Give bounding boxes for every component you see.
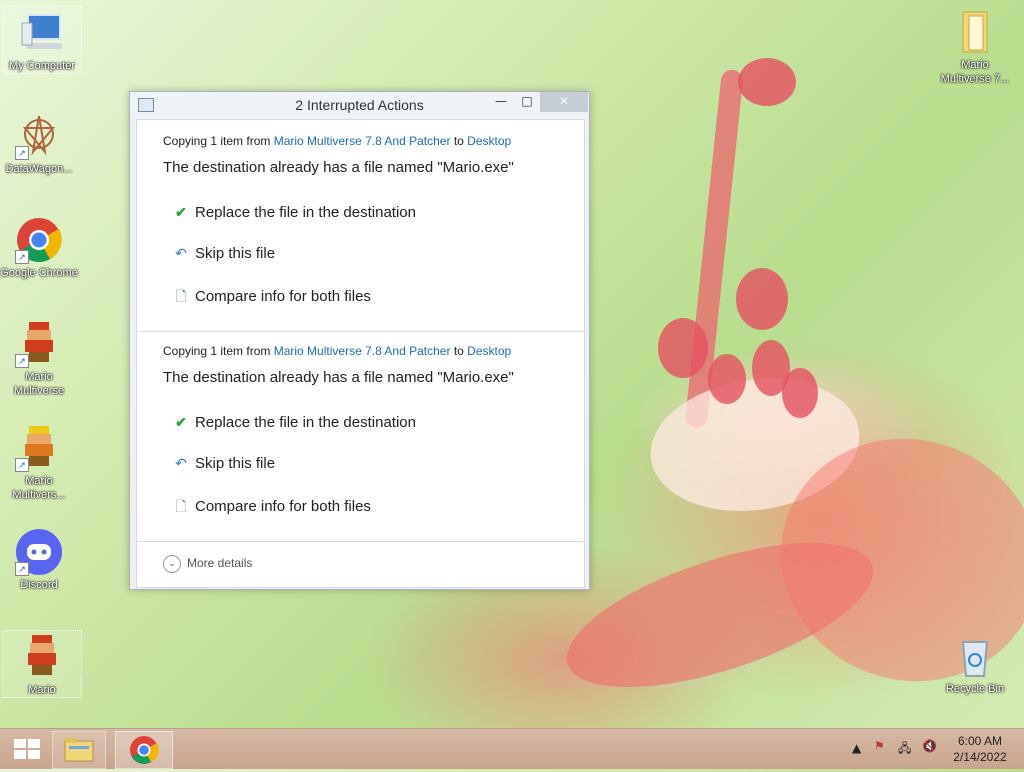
skip-option[interactable]: ↶ Skip this file	[173, 245, 275, 262]
system-clock[interactable]: 6:00 AM 2/14/2022	[944, 733, 1016, 765]
skip-option[interactable]: ↶ Skip this file	[173, 455, 275, 472]
wallpaper-stamen	[658, 318, 708, 378]
folder-icon	[951, 8, 999, 56]
action-center-flag-icon[interactable]: ⚑	[874, 739, 885, 753]
dialog-content: Copying 1 item from Mario Multiverse 7.8…	[136, 119, 585, 588]
desktop-icon-google-chrome[interactable]: ↗ Google Chrome	[0, 214, 78, 280]
shortcut-arrow-icon: ↗	[15, 146, 29, 160]
desktop-icon-label: Mario Multivers...	[12, 475, 66, 501]
desktop-icon-label: Google Chrome	[0, 267, 78, 279]
mario-sprite-icon	[18, 633, 66, 681]
compare-files-icon: 🗋	[175, 288, 187, 304]
datawagon-icon: ↗	[15, 112, 63, 160]
computer-icon	[18, 9, 66, 57]
minimize-button[interactable]: —	[488, 92, 514, 112]
desktop-icon-my-computer[interactable]: My Computer	[2, 6, 82, 74]
more-details-toggle[interactable]: ⌄ More details	[163, 555, 252, 573]
chrome-icon	[130, 736, 159, 764]
volume-muted-icon[interactable]: 🔇	[922, 739, 937, 753]
source-link[interactable]: Mario Multiverse 7.8 And Patcher	[274, 134, 451, 148]
more-details-label: More details	[187, 556, 253, 571]
destination-link[interactable]: Desktop	[467, 134, 511, 148]
desktop-icon-label: Mario Multiverse 7...	[940, 59, 1010, 85]
copying-info: Copying 1 item from Mario Multiverse 7.8…	[163, 344, 511, 358]
desktop-icon-label: DataWagon...	[5, 163, 73, 175]
mario-sprite-icon: ↗	[15, 320, 63, 368]
replace-option[interactable]: ✔ Replace the file in the destination	[173, 414, 416, 431]
replace-option[interactable]: ✔ Replace the file in the destination	[173, 204, 416, 221]
shortcut-arrow-icon: ↗	[15, 354, 29, 368]
copying-prefix: Copying 1 item from	[163, 134, 271, 148]
wallpaper-stamen	[736, 268, 788, 330]
start-button[interactable]	[4, 731, 58, 767]
desktop-icon-datawagon[interactable]: ↗ DataWagon...	[0, 110, 78, 176]
option-label: Skip this file	[195, 455, 276, 472]
source-link[interactable]: Mario Multiverse 7.8 And Patcher	[274, 344, 451, 358]
maximize-button[interactable]: □	[514, 92, 540, 112]
conflict-message: The destination already has a file named…	[163, 159, 514, 176]
desktop-icon-mario-multiverse[interactable]: ↗ Mario Multiverse	[0, 318, 78, 398]
desktop-icon-label: My Computer	[8, 60, 76, 72]
check-icon: ✔	[175, 204, 187, 220]
shortcut-arrow-icon: ↗	[15, 250, 29, 264]
option-label: Compare info for both files	[195, 288, 371, 305]
to-text: to	[453, 134, 464, 148]
desktop-icon-mario-multiverse-folder[interactable]: Mario Multiverse 7...	[936, 6, 1014, 86]
network-icon[interactable]: 🖧	[898, 739, 911, 760]
conflict-block: Copying 1 item from Mario Multiverse 7.8…	[137, 120, 584, 330]
desktop-icon-recycle-bin[interactable]: Recycle Bin	[936, 630, 1014, 696]
close-button[interactable]: ✕	[540, 92, 588, 112]
skip-arrow-icon: ↶	[175, 455, 187, 471]
shortcut-arrow-icon: ↗	[15, 562, 29, 576]
divider	[137, 541, 584, 542]
chrome-icon: ↗	[15, 216, 63, 264]
interrupted-actions-dialog: 2 Interrupted Actions — □ ✕ Copying 1 it…	[129, 91, 590, 590]
desktop-icon-mario[interactable]: Mario	[2, 630, 82, 698]
desktop-icon-discord[interactable]: ↗ Discord	[0, 526, 78, 592]
compare-option[interactable]: 🗋 Compare info for both files	[173, 286, 371, 310]
taskbar: ▲ ⚑ 🖧 🔇 6:00 AM 2/14/2022	[0, 728, 1024, 769]
recycle-bin-icon	[951, 632, 999, 680]
wallpaper-stamen	[738, 58, 796, 106]
compare-files-icon: 🗋	[175, 498, 187, 514]
option-label: Compare info for both files	[195, 498, 371, 515]
wallpaper-stamen	[782, 368, 818, 418]
clock-date: 2/14/2022	[953, 750, 1007, 764]
desktop-icon-label: Discord	[20, 579, 58, 591]
destination-link[interactable]: Desktop	[467, 344, 511, 358]
copying-info: Copying 1 item from Mario Multiverse 7.8…	[163, 134, 511, 148]
wallpaper-stamen	[708, 354, 746, 404]
skip-arrow-icon: ↶	[175, 245, 187, 261]
desktop-icon-label: Mario Multiverse	[13, 371, 65, 397]
taskbar-google-chrome[interactable]	[115, 731, 173, 769]
taskbar-file-explorer[interactable]	[52, 731, 106, 769]
compare-option[interactable]: 🗋 Compare info for both files	[173, 496, 371, 520]
chevron-down-icon: ⌄	[163, 555, 181, 573]
show-hidden-icons-chevron-up-icon[interactable]: ▲	[852, 741, 861, 755]
discord-icon: ↗	[15, 528, 63, 576]
folder-icon	[64, 738, 94, 762]
desktop-icon-mario-multiverse-2[interactable]: ↗ Mario Multivers...	[0, 422, 78, 502]
dialog-titlebar[interactable]: 2 Interrupted Actions — □ ✕	[130, 92, 589, 118]
option-label: Replace the file in the destination	[195, 204, 416, 221]
desktop-icon-label: Mario	[28, 684, 56, 696]
clock-time: 6:00 AM	[957, 734, 1003, 748]
option-label: Replace the file in the destination	[195, 414, 416, 431]
option-label: Skip this file	[195, 245, 276, 262]
copying-prefix: Copying 1 item from	[163, 344, 271, 358]
to-text: to	[453, 344, 464, 358]
shortcut-arrow-icon: ↗	[15, 458, 29, 472]
windows-logo-icon	[14, 739, 40, 759]
check-icon: ✔	[175, 414, 187, 430]
desktop-icon-label: Recycle Bin	[945, 683, 1005, 695]
conflict-block: Copying 1 item from Mario Multiverse 7.8…	[137, 330, 584, 540]
mario-sprite-icon: ↗	[15, 424, 63, 472]
conflict-message: The destination already has a file named…	[163, 369, 514, 386]
